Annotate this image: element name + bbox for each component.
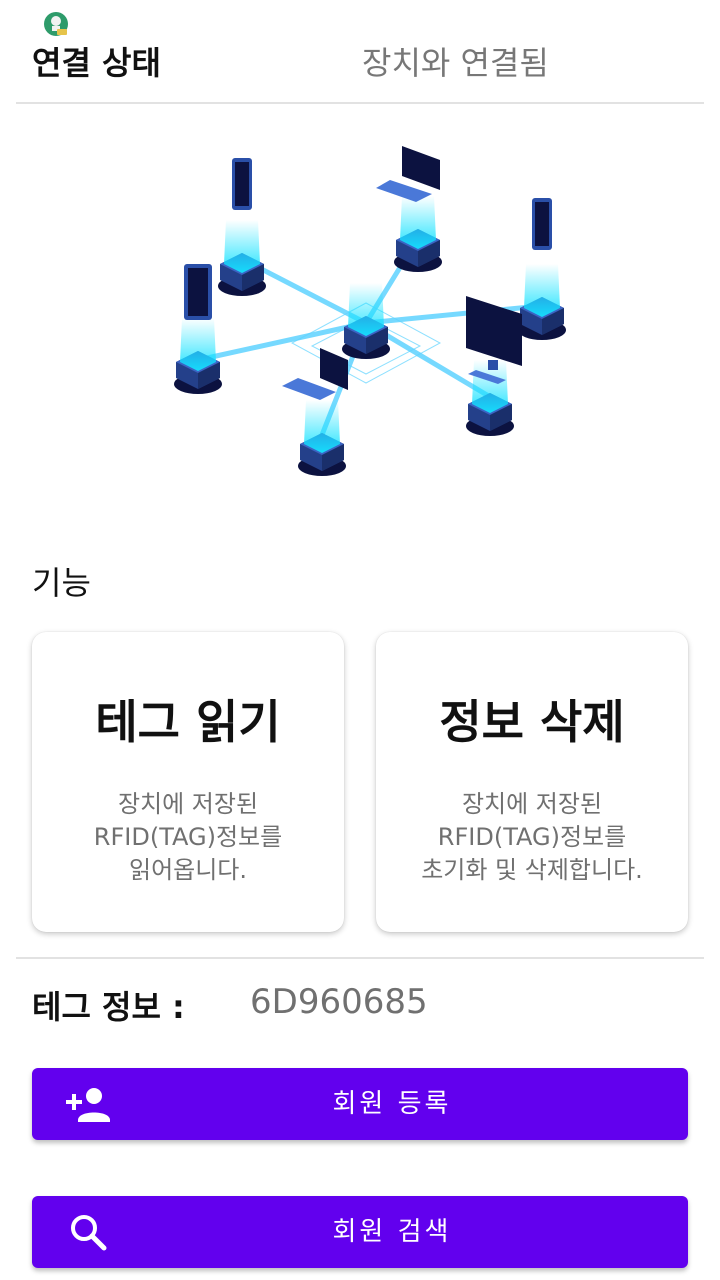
register-member-label: 회원 등록 — [332, 1089, 452, 1119]
read-tag-desc-line: 읽어옵니다. — [128, 856, 248, 884]
delete-info-description: 장치에 저장된 RFID(TAG)정보를 초기화 및 삭제합니다. — [376, 788, 688, 887]
connection-status-label: 연결 상태 — [32, 44, 161, 82]
network-illustration — [174, 146, 566, 476]
delete-info-desc-line: RFID(TAG)정보를 — [437, 823, 627, 851]
connection-status-row: 연결 상태 장치와 연결됨 — [0, 28, 720, 102]
delete-info-card[interactable]: 정보 삭제 장치에 저장된 RFID(TAG)정보를 초기화 및 삭제합니다. — [376, 632, 688, 932]
read-tag-title: 테그 읽기 — [95, 695, 281, 749]
delete-info-desc-line: 초기화 및 삭제합니다. — [421, 856, 643, 884]
delete-info-desc-line: 장치에 저장된 — [461, 790, 603, 818]
read-tag-desc-line: RFID(TAG)정보를 — [93, 823, 283, 851]
search-member-button[interactable]: 회원 검색 — [32, 1196, 688, 1268]
divider — [16, 102, 704, 104]
read-tag-description: 장치에 저장된 RFID(TAG)정보를 읽어옵니다. — [32, 788, 344, 887]
search-member-label: 회원 검색 — [332, 1217, 452, 1247]
register-member-button[interactable]: 회원 등록 — [32, 1068, 688, 1140]
read-tag-desc-line: 장치에 저장된 — [117, 790, 259, 818]
divider — [16, 957, 704, 959]
tag-info-value: 6D960685 — [250, 982, 428, 1022]
read-tag-card[interactable]: 테그 읽기 장치에 저장된 RFID(TAG)정보를 읽어옵니다. — [32, 632, 344, 932]
connection-status-value: 장치와 연결됨 — [362, 44, 549, 82]
features-section-title: 기능 — [32, 564, 91, 602]
tag-info-label: 테그 정보 : — [32, 988, 185, 1026]
delete-info-title: 정보 삭제 — [439, 695, 625, 749]
